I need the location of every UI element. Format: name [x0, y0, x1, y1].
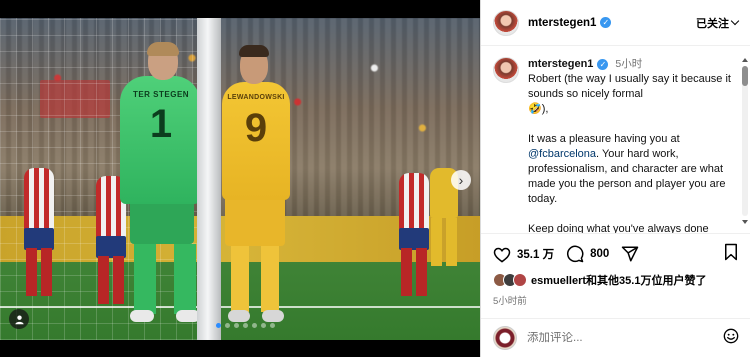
author-avatar[interactable]: [493, 9, 519, 36]
comment-icon: [567, 245, 584, 263]
post-header: mterstegen1 ✓ 已关注: [481, 0, 750, 46]
caption-username[interactable]: mterstegen1: [528, 57, 593, 72]
caption-emoji: 🤣),: [528, 103, 549, 115]
following-label: 已关注: [696, 17, 729, 30]
bookmark-icon: [725, 243, 737, 260]
caption-avatar[interactable]: [493, 57, 519, 83]
verified-badge-icon: ✓: [600, 17, 612, 28]
carousel-next-button[interactable]: ›: [451, 170, 471, 190]
carousel-dot: [243, 323, 248, 328]
tagged-users-button[interactable]: [9, 309, 29, 329]
comment-count[interactable]: 800: [590, 248, 609, 260]
mention-link[interactable]: @fcbarcelona: [528, 148, 596, 160]
likes-rest[interactable]: 和其他35.1万位用户赞了: [586, 275, 706, 287]
emoji-icon: [723, 328, 739, 343]
caption-para-3: Keep doing what you've always done: [528, 223, 709, 233]
heart-icon: [493, 247, 511, 263]
post-actions: 35.1 万 800 esmuellert和其他35.1万位用户赞了 5小时前: [481, 233, 750, 307]
post-timestamp[interactable]: 5小时前: [493, 293, 739, 307]
comment-composer: [481, 318, 750, 357]
liker-avatars: [493, 273, 527, 287]
post-modal: TER STEGEN 1 LEWANDOWSKI 9 › mterstegen1…: [0, 0, 750, 357]
chevron-right-icon: ›: [458, 172, 464, 188]
carousel-dot: [216, 323, 221, 328]
chevron-down-icon: [730, 16, 740, 26]
current-user-avatar: [493, 326, 517, 350]
liker-avatar: [513, 273, 527, 287]
post-side-panel: mterstegen1 ✓ 已关注 mterstegen1 ✓ 5小时 Robe…: [480, 0, 750, 357]
carousel-dot: [234, 323, 239, 328]
caption-time[interactable]: 5小时: [615, 57, 642, 72]
caption: mterstegen1 ✓ 5小时 Robert (the way I usua…: [493, 57, 739, 233]
likes-text: esmuellert和其他35.1万位用户赞了: [531, 272, 706, 288]
scroll-up-arrow-icon[interactable]: [742, 58, 748, 62]
carousel-dot: [270, 323, 275, 328]
like-count[interactable]: 35.1 万: [517, 246, 554, 262]
scrollbar-track[interactable]: [742, 66, 748, 216]
striker-shirt-number: 9: [244, 106, 268, 150]
share-icon: [622, 246, 639, 262]
keeper-shirt-name: TER STEGEN: [132, 90, 190, 99]
like-button[interactable]: 35.1 万: [493, 246, 554, 263]
comments-area[interactable]: mterstegen1 ✓ 5小时 Robert (the way I usua…: [481, 47, 750, 233]
person-icon: [14, 314, 24, 324]
striker-shirt-name: LEWANDOWSKI: [227, 94, 285, 101]
post-photo[interactable]: TER STEGEN 1 LEWANDOWSKI 9: [0, 18, 480, 340]
share-button[interactable]: [621, 245, 639, 263]
comment-button[interactable]: 800: [566, 245, 609, 263]
carousel-dots: [216, 323, 275, 328]
verified-badge-icon: ✓: [597, 59, 609, 70]
carousel-dot: [252, 323, 257, 328]
save-button[interactable]: [723, 243, 739, 266]
goal-post: [197, 18, 221, 340]
carousel-dot: [261, 323, 266, 328]
caption-line-1: Robert (the way I usually say it because…: [528, 73, 731, 100]
comment-input[interactable]: [527, 332, 687, 344]
scroll-down-arrow-icon[interactable]: [742, 220, 748, 224]
liker-username[interactable]: esmuellert: [531, 275, 586, 287]
caption-body: mterstegen1 ✓ 5小时 Robert (the way I usua…: [528, 57, 735, 233]
caption-para-2-start: It was a pleasure having you at: [528, 133, 680, 145]
comments-scrollbar[interactable]: [742, 58, 748, 228]
likes-summary[interactable]: esmuellert和其他35.1万位用户赞了: [493, 271, 739, 289]
keeper-shirt-number: 1: [149, 102, 173, 146]
following-button[interactable]: 已关注: [696, 15, 740, 31]
post-media: TER STEGEN 1 LEWANDOWSKI 9 ›: [0, 0, 480, 357]
carousel-dot: [225, 323, 230, 328]
author-username[interactable]: mterstegen1: [528, 17, 596, 29]
emoji-button[interactable]: [723, 328, 739, 349]
scrollbar-thumb[interactable]: [742, 66, 748, 86]
